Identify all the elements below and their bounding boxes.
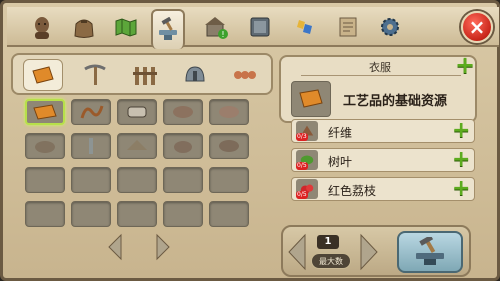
requirement-count: 0/3: [296, 133, 308, 141]
recipe-slot-empty[interactable]: [71, 201, 111, 227]
cloth-icon: [299, 89, 323, 108]
spool-icon: [127, 106, 147, 118]
scroll-icon: [339, 17, 357, 37]
fur-icon: [219, 140, 239, 152]
item-preview: [291, 81, 331, 117]
fiber-icon: 0/3: [296, 121, 318, 141]
leather-icon: [173, 106, 193, 118]
rope-icon: [80, 105, 104, 119]
pouch-icon: [174, 141, 192, 153]
add-requirement-button[interactable]: +: [452, 120, 470, 142]
recipe-slot-empty[interactable]: [163, 167, 203, 193]
inventory-tab[interactable]: [67, 10, 101, 44]
notes-tab[interactable]: [243, 10, 277, 44]
quantity-value: 1: [317, 235, 339, 249]
resources-tab[interactable]: [287, 10, 321, 44]
svg-text:!: !: [221, 30, 224, 39]
recipe-panel: [11, 53, 273, 275]
anvil-icon: [159, 17, 177, 40]
item-title: 衣服: [369, 61, 391, 74]
character-portrait-icon: [35, 17, 49, 39]
prev-page-arrow[interactable]: [107, 233, 123, 261]
recipe-slot-empty[interactable]: [163, 201, 203, 227]
recipe-slot-spool[interactable]: [117, 99, 157, 125]
requirement-row: 0/3 纤维 +: [291, 119, 475, 143]
craft-button[interactable]: [397, 231, 463, 273]
leaf-icon: 0/5: [296, 150, 318, 170]
basket-icon: [35, 141, 55, 153]
helmet-icon: [185, 66, 205, 82]
requirement-label: 纤维: [328, 126, 353, 140]
category-bar: [11, 53, 273, 95]
recipe-slot-empty[interactable]: [209, 167, 249, 193]
gear-icon: [381, 18, 399, 36]
crafting-tab[interactable]: [151, 9, 185, 49]
book-icon: [250, 17, 270, 37]
requirement-row: 0/5 红色荔枝 +: [291, 177, 475, 201]
recipe-slot-empty[interactable]: [25, 201, 65, 227]
next-page-arrow[interactable]: [155, 233, 171, 261]
close-icon: ×: [468, 15, 486, 39]
recipe-slot-empty[interactable]: [117, 167, 157, 193]
recipe-slot-bundle[interactable]: [117, 133, 157, 159]
bag-icon: [74, 19, 94, 38]
increase-quantity-arrow[interactable]: [359, 233, 379, 271]
add-requirement-button[interactable]: +: [452, 178, 470, 200]
map-tab[interactable]: [109, 10, 143, 44]
max-quantity-button[interactable]: 最大数: [311, 253, 351, 269]
recipe-slot-empty[interactable]: [71, 167, 111, 193]
requirement-count: 0/5: [296, 162, 308, 170]
recipe-slot-empty[interactable]: [25, 167, 65, 193]
cloth-icon: [32, 66, 54, 84]
recipe-slot-stick[interactable]: [71, 133, 111, 159]
hide-icon: [219, 106, 239, 118]
top-nav-bar: ! ×: [7, 7, 499, 49]
stick-icon: [89, 138, 93, 154]
recipe-slot-empty[interactable]: [209, 201, 249, 227]
item-description: 工艺品的基础资源: [343, 94, 448, 109]
requirement-label: 红色荔枝: [328, 184, 377, 198]
category-misc[interactable]: [225, 59, 265, 91]
character-tab[interactable]: [25, 10, 59, 44]
cloth-icon: [33, 104, 57, 120]
settings-tab[interactable]: [373, 10, 407, 44]
recipe-slot-empty[interactable]: [117, 201, 157, 227]
requirement-label: 树叶: [328, 155, 353, 169]
add-requirement-button[interactable]: +: [452, 149, 470, 171]
requirement-count: 0/5: [296, 191, 308, 199]
category-cloth[interactable]: [23, 59, 63, 91]
house-icon: !: [205, 17, 228, 39]
recipe-slot-leather[interactable]: [163, 99, 203, 125]
decrease-quantity-arrow[interactable]: [287, 233, 307, 271]
recipe-slot-hide[interactable]: [209, 99, 249, 125]
close-button[interactable]: ×: [461, 11, 493, 43]
requirement-row: 0/5 树叶 +: [291, 148, 475, 172]
category-fence[interactable]: [125, 59, 165, 91]
category-armor[interactable]: [175, 59, 215, 91]
recipe-slot-fur[interactable]: [209, 133, 249, 159]
recipe-slot-cloth[interactable]: [25, 99, 65, 125]
craft-bar: 1 最大数: [281, 225, 471, 277]
building-tab[interactable]: !: [199, 10, 233, 44]
gems-icon: [297, 20, 312, 34]
anvil-icon: [416, 237, 444, 265]
recipe-grid: [25, 99, 251, 235]
fence-icon: [133, 67, 157, 85]
lychee-icon: 0/5: [296, 179, 318, 199]
pickaxe-icon: [84, 64, 106, 85]
item-detail-box: 衣服 + 工艺品的基础资源: [279, 53, 477, 123]
recipe-slot-rope[interactable]: [71, 99, 111, 125]
category-tools[interactable]: [75, 59, 115, 91]
blueprint-tab[interactable]: [331, 10, 365, 44]
add-button[interactable]: +: [455, 53, 475, 77]
beads-icon: [234, 71, 256, 79]
bundle-icon: [127, 140, 147, 150]
game-window: ! × 衣服 + 工艺品的基础资源 0/3 纤维 + 0/5 树叶 + 0/5 …: [0, 0, 500, 281]
map-icon: [115, 18, 137, 37]
recipe-slot-pouch[interactable]: [163, 133, 203, 159]
title-divider: [301, 75, 461, 76]
recipe-slot-basket[interactable]: [25, 133, 65, 159]
